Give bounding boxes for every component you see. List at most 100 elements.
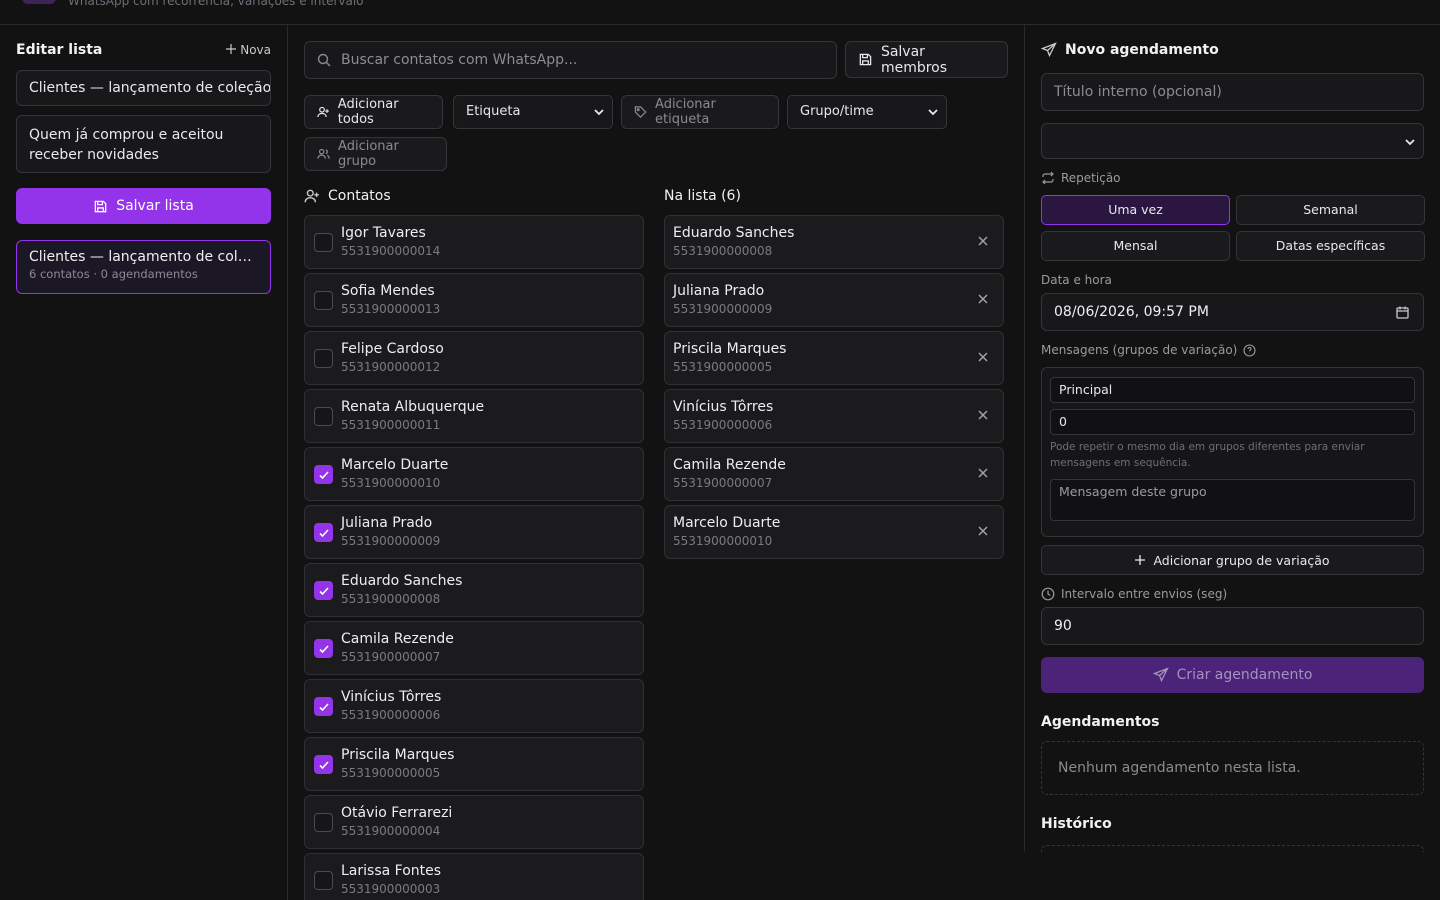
save-list-button[interactable]: Salvar lista [16, 188, 271, 224]
tag-icon [634, 106, 647, 118]
check-icon [319, 703, 329, 712]
contact-row[interactable]: Sofia Mendes 5531900000013 [304, 273, 644, 327]
repeat-label: Repetição [1041, 171, 1121, 185]
contact-row[interactable]: Camila Rezende 5531900000007 [304, 621, 644, 675]
send-icon [1152, 667, 1169, 683]
member-row: Marcelo Duarte 5531900000010 [664, 505, 1004, 559]
contact-checkbox[interactable] [314, 813, 333, 832]
list-description-input[interactable]: Quem já comprou e aceitou receber novida… [16, 115, 271, 173]
contact-name: Eduardo Sanches [341, 573, 463, 589]
variant-message-input[interactable]: Mensagem deste grupo [1050, 479, 1415, 521]
remove-member-button[interactable] [977, 235, 989, 251]
new-schedule-heading: Novo agendamento [1041, 42, 1219, 58]
contact-checkbox[interactable] [314, 523, 333, 542]
contact-row[interactable]: Juliana Prado 5531900000009 [304, 505, 644, 559]
member-row: Camila Rezende 5531900000007 [664, 447, 1004, 501]
app-logo [22, 0, 56, 4]
datetime-label: Data e hora [1041, 273, 1112, 287]
member-phone: 5531900000007 [673, 476, 773, 490]
list-item-name: Clientes — lançamento de coleção [29, 249, 258, 265]
list-name-input[interactable]: Clientes — lançamento de coleção [16, 70, 271, 106]
tag-select[interactable]: Etiqueta [453, 95, 613, 129]
contact-checkbox[interactable] [314, 407, 333, 426]
list-item[interactable]: Clientes — lançamento de coleção 6 conta… [16, 240, 271, 294]
member-name: Camila Rezende [673, 457, 786, 473]
contact-search-input[interactable]: Buscar contatos com WhatsApp... [304, 41, 837, 79]
variant-group: Principal 0 Pode repetir o mesmo dia em … [1041, 367, 1424, 537]
calendar-icon[interactable] [1396, 306, 1409, 319]
contact-row[interactable]: Priscila Marques 5531900000005 [304, 737, 644, 791]
contact-checkbox[interactable] [314, 291, 333, 310]
save-members-button[interactable]: Salvar membros [845, 41, 1008, 78]
member-row: Vinícius Tôrres 5531900000006 [664, 389, 1004, 443]
contacts-title-label: Contatos [328, 188, 391, 204]
repeat-option-specific-dates[interactable]: Datas específicas [1236, 231, 1425, 261]
interval-input[interactable]: 90 [1041, 607, 1424, 645]
remove-member-button[interactable] [977, 525, 989, 541]
variant-hint: Pode repetir o mesmo dia em grupos difer… [1050, 441, 1365, 469]
help-icon[interactable] [1243, 343, 1256, 357]
contact-checkbox[interactable] [314, 349, 333, 368]
add-tag-button[interactable]: Adicionar etiqueta [621, 95, 779, 129]
datetime-input[interactable]: 08/06/2026, 09:57 PM [1041, 293, 1424, 331]
contact-row[interactable]: Eduardo Sanches 5531900000008 [304, 563, 644, 617]
repeat-option-weekly[interactable]: Semanal [1236, 195, 1425, 225]
add-group-button[interactable]: Adicionar grupo [304, 137, 447, 171]
repeat-label-text: Repetição [1061, 171, 1121, 185]
contact-checkbox[interactable] [314, 581, 333, 600]
contact-checkbox[interactable] [314, 697, 333, 716]
remove-member-button[interactable] [977, 409, 989, 425]
variant-name-input[interactable]: Principal [1050, 377, 1415, 403]
check-icon [319, 645, 329, 654]
chevron-down-icon [1405, 139, 1415, 146]
contact-name: Renata Albuquerque [341, 399, 485, 415]
close-icon [978, 236, 988, 246]
contact-row[interactable]: Renata Albuquerque 5531900000011 [304, 389, 644, 443]
add-all-label: Adicionar todos [337, 97, 399, 127]
repeat-option-monthly[interactable]: Mensal [1041, 231, 1230, 261]
create-schedule-button[interactable]: Criar agendamento [1041, 657, 1424, 693]
contact-checkbox[interactable] [314, 639, 333, 658]
plus-icon [1135, 555, 1146, 565]
contact-name: Camila Rezende [341, 631, 454, 647]
contact-row[interactable]: Marcelo Duarte 5531900000010 [304, 447, 644, 501]
panel-bottom-edge [1025, 852, 1440, 900]
contact-row[interactable]: Igor Tavares 5531900000014 [304, 215, 644, 269]
schedule-title-input[interactable]: Título interno (opcional) [1041, 73, 1424, 111]
contact-checkbox[interactable] [314, 233, 333, 252]
contact-phone: 5531900000003 [341, 882, 441, 896]
contact-row[interactable]: Felipe Cardoso 5531900000012 [304, 331, 644, 385]
chevron-down-icon [594, 109, 604, 116]
group-select[interactable]: Grupo/time [787, 95, 947, 129]
contact-checkbox[interactable] [314, 465, 333, 484]
messages-label: Mensagens (grupos de variação) [1041, 343, 1256, 357]
variant-day-input[interactable]: 0 [1050, 409, 1415, 435]
new-list-button[interactable]: Nova [226, 43, 271, 57]
contact-name: Larissa Fontes [341, 863, 442, 879]
contact-checkbox[interactable] [314, 871, 333, 890]
datetime-value: 08/06/2026, 09:57 PM [1054, 304, 1209, 320]
contact-row[interactable]: Otávio Ferrarezi 5531900000004 [304, 795, 644, 849]
contact-phone: 5531900000006 [341, 708, 441, 722]
top-bar: WhatsApp com recorrência, variações e in… [0, 0, 1440, 25]
remove-member-button[interactable] [977, 467, 989, 483]
list-item-meta: 6 contatos · 0 agendamentos [29, 267, 198, 281]
save-list-label: Salvar lista [116, 198, 194, 214]
schedule-select[interactable] [1041, 123, 1424, 159]
contact-checkbox[interactable] [314, 755, 333, 774]
close-icon [978, 468, 988, 478]
contacts-title: Contatos [304, 188, 391, 204]
contact-row[interactable]: Larissa Fontes 5531900000003 [304, 853, 644, 900]
contact-phone: 5531900000011 [341, 418, 441, 432]
remove-member-button[interactable] [977, 293, 989, 309]
contact-row[interactable]: Vinícius Tôrres 5531900000006 [304, 679, 644, 733]
remove-member-button[interactable] [977, 351, 989, 367]
contact-phone: 5531900000007 [341, 650, 441, 664]
add-all-button[interactable]: Adicionar todos [304, 95, 443, 129]
member-phone: 5531900000009 [673, 302, 773, 316]
add-variant-button[interactable]: Adicionar grupo de variação [1041, 545, 1424, 575]
member-phone: 5531900000010 [673, 534, 773, 548]
member-name: Priscila Marques [673, 341, 787, 357]
repeat-option-once[interactable]: Uma vez [1041, 195, 1230, 225]
sidebar-header: Editar lista Nova [16, 42, 271, 60]
